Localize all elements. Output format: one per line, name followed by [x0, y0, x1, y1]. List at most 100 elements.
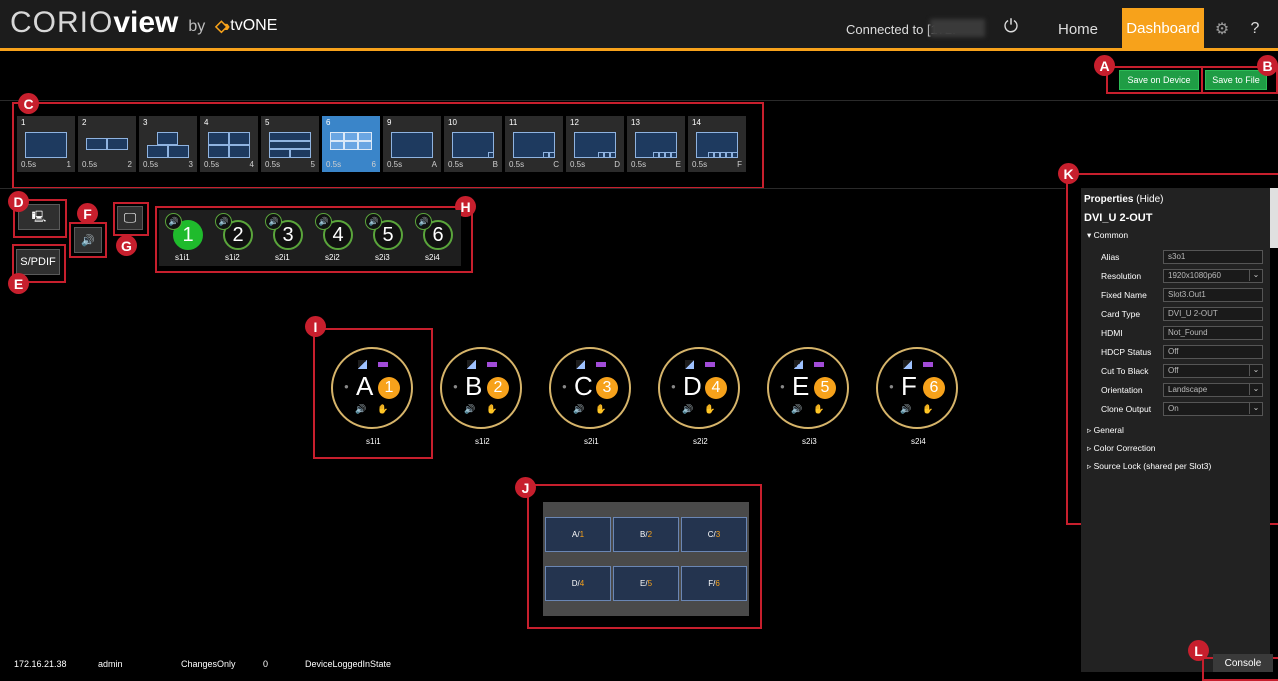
source-number-badge: 2 — [487, 377, 509, 399]
info-icon[interactable]: ● — [671, 382, 676, 391]
help-button[interactable]: ? — [1240, 10, 1270, 48]
source-label: s1i2 — [475, 437, 490, 446]
layout-window — [610, 152, 616, 158]
speaker-icon[interactable]: 🔊 — [900, 404, 911, 415]
property-orientation[interactable]: Landscape — [1163, 383, 1263, 397]
layout-window — [229, 145, 250, 158]
source-e[interactable]: ● 🔊 ✋ E 5 — [767, 347, 849, 429]
preset-5[interactable]: 5 0.5s 5 — [261, 116, 319, 172]
layout-cell-c[interactable]: C/3 — [681, 517, 747, 552]
property-cut-to-black[interactable]: Off — [1163, 364, 1263, 378]
section-source[interactable]: ▹ Source Lock (shared per Slot3) — [1087, 461, 1211, 472]
preset-6[interactable]: 6 0.5s 6 — [322, 116, 380, 172]
hand-icon[interactable]: ✋ — [704, 404, 715, 415]
input-icon[interactable] — [705, 362, 715, 367]
color-icon[interactable] — [685, 360, 694, 369]
hand-icon[interactable]: ✋ — [595, 404, 606, 415]
hand-icon[interactable]: ✋ — [813, 404, 824, 415]
speaker-icon[interactable]: 🔊 — [791, 404, 802, 415]
source-label: s2i1 — [584, 437, 599, 446]
preset-code: 4 — [249, 160, 254, 169]
speaker-icon[interactable]: 🔊 — [355, 404, 366, 415]
source-a[interactable]: ● 🔊 ✋ A 1 — [331, 347, 413, 429]
brand-name: tvONE — [230, 17, 278, 34]
input-icon[interactable] — [378, 362, 388, 367]
input-icon[interactable] — [923, 362, 933, 367]
hand-icon[interactable]: ✋ — [486, 404, 497, 415]
speaker-icon[interactable]: 🔊 — [74, 227, 102, 253]
console-button[interactable]: Console — [1213, 654, 1273, 672]
preset-9[interactable]: 9 0.5s A — [383, 116, 441, 172]
layout-cell-a[interactable]: A/1 — [545, 517, 611, 552]
source-b[interactable]: ● 🔊 ✋ B 2 — [440, 347, 522, 429]
preset-14[interactable]: 14 0.5s F — [688, 116, 746, 172]
audio-source-label: s1i2 — [225, 253, 240, 262]
audio-source-label: s2i3 — [375, 253, 390, 262]
hand-icon[interactable]: ✋ — [377, 404, 388, 415]
input-icon[interactable] — [487, 362, 497, 367]
section-color[interactable]: ▹ Color Correction — [1087, 443, 1156, 454]
speaker-icon[interactable]: 🔊 — [682, 404, 693, 415]
callout-i: I — [305, 316, 326, 337]
layout-cell-b[interactable]: B/2 — [613, 517, 679, 552]
properties-title-text: Properties — [1084, 194, 1134, 205]
info-icon[interactable]: ● — [453, 382, 458, 391]
preset-thumbnail — [208, 132, 250, 158]
hand-icon[interactable]: ✋ — [922, 404, 933, 415]
speaker-icon[interactable]: 🔊 — [573, 404, 584, 415]
preset-duration: 0.5s — [326, 160, 342, 169]
nav-dashboard[interactable]: Dashboard — [1122, 8, 1204, 48]
save-on-device-button[interactable]: Save on Device — [1119, 70, 1199, 90]
preset-13[interactable]: 13 0.5s E — [627, 116, 685, 172]
property-alias[interactable]: s3o1 — [1163, 250, 1263, 264]
property-clone-output[interactable]: On — [1163, 402, 1263, 416]
layout-cell-e[interactable]: E/5 — [613, 566, 679, 601]
preset-10[interactable]: 10 0.5s B — [444, 116, 502, 172]
preset-4[interactable]: 4 0.5s 4 — [200, 116, 258, 172]
property-card-type[interactable]: DVI_U 2-OUT — [1163, 307, 1263, 321]
section-common[interactable]: ▾ Common — [1087, 230, 1128, 241]
save-to-file-button[interactable]: Save to File — [1205, 70, 1267, 90]
color-icon[interactable] — [576, 360, 585, 369]
info-icon[interactable]: ● — [344, 382, 349, 391]
input-icon[interactable] — [596, 362, 606, 367]
layout-window — [107, 138, 128, 150]
color-icon[interactable] — [358, 360, 367, 369]
section-general[interactable]: ▹ General — [1087, 425, 1124, 436]
nav-home[interactable]: Home — [1043, 10, 1113, 48]
preset-duration: 0.5s — [204, 160, 220, 169]
source-d[interactable]: ● 🔊 ✋ D 4 — [658, 347, 740, 429]
layout-cell-d[interactable]: D/4 — [545, 566, 611, 601]
layout-cell-f[interactable]: F/6 — [681, 566, 747, 601]
source-c[interactable]: ● 🔊 ✋ C 3 — [549, 347, 631, 429]
source-f[interactable]: ● 🔊 ✋ F 6 — [876, 347, 958, 429]
property-hdcp-status[interactable]: Off — [1163, 345, 1263, 359]
spdif-button[interactable]: S/PDIF — [16, 249, 60, 275]
monitor-icon[interactable]: 🖵 — [117, 206, 143, 230]
color-icon[interactable] — [794, 360, 803, 369]
property-fixed-name[interactable]: Slot3.Out1 — [1163, 288, 1263, 302]
preset-1[interactable]: 1 0.5s 1 — [17, 116, 75, 172]
property-label: Card Type — [1101, 309, 1141, 319]
info-icon[interactable]: ● — [780, 382, 785, 391]
property-resolution[interactable]: 1920x1080p60 — [1163, 269, 1263, 283]
properties-side-tab[interactable] — [1270, 188, 1278, 248]
section-label: Source Lock (shared per Slot3) — [1093, 461, 1212, 471]
preset-thumbnail — [269, 132, 311, 158]
gear-icon[interactable]: ⚙ — [1207, 10, 1237, 48]
properties-hide-link[interactable]: (Hide) — [1136, 194, 1163, 205]
input-icon[interactable] — [814, 362, 824, 367]
color-icon[interactable] — [903, 360, 912, 369]
speaker-icon[interactable]: 🔊 — [464, 404, 475, 415]
color-icon[interactable] — [467, 360, 476, 369]
preset-3[interactable]: 3 0.5s 3 — [139, 116, 197, 172]
info-icon[interactable]: ● — [889, 382, 894, 391]
preset-11[interactable]: 11 0.5s C — [505, 116, 563, 172]
preset-2[interactable]: 2 0.5s 2 — [78, 116, 136, 172]
preset-number: 1 — [21, 118, 26, 127]
property-hdmi[interactable]: Not_Found — [1163, 326, 1263, 340]
info-icon[interactable]: ● — [562, 382, 567, 391]
power-icon[interactable]: ⏻ — [996, 12, 1026, 40]
source-number-badge: 5 — [814, 377, 836, 399]
preset-12[interactable]: 12 0.5s D — [566, 116, 624, 172]
